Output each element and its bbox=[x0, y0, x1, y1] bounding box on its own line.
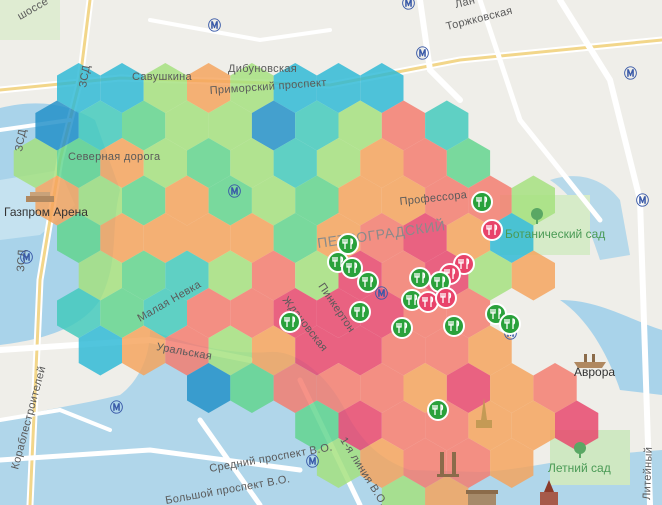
metro-icon[interactable]: Ⓜ bbox=[402, 0, 415, 11]
museum-icon bbox=[466, 490, 498, 505]
fork-knife-icon[interactable] bbox=[443, 315, 465, 337]
label-lanskaya: Лан bbox=[454, 0, 477, 11]
fork-knife-icon[interactable] bbox=[341, 257, 363, 279]
metro-icon[interactable]: Ⓜ bbox=[20, 250, 33, 265]
label-severnaya-doroga: Северная дорога bbox=[68, 151, 161, 163]
label-botanichesky: Ботанический сад bbox=[505, 227, 605, 241]
fork-knife-icon[interactable] bbox=[427, 399, 449, 421]
fork-knife-icon[interactable] bbox=[471, 191, 493, 213]
fork-knife-icon[interactable] bbox=[337, 233, 359, 255]
metro-icon[interactable]: Ⓜ bbox=[228, 184, 241, 199]
label-dibunovskaya: Дибуновская bbox=[228, 63, 297, 75]
map-canvas[interactable]: Дибуновская Савушкина Приморский проспек… bbox=[0, 0, 662, 505]
label-gazprom-arena: Газпром Арена bbox=[4, 205, 88, 219]
metro-icon[interactable]: Ⓜ bbox=[208, 18, 221, 33]
metro-icon[interactable]: Ⓜ bbox=[416, 46, 429, 61]
fork-knife-icon[interactable] bbox=[349, 301, 371, 323]
fork-knife-icon[interactable] bbox=[357, 271, 379, 293]
metro-icon[interactable]: Ⓜ bbox=[306, 454, 319, 469]
metro-icon[interactable]: Ⓜ bbox=[624, 66, 637, 81]
fork-knife-icon[interactable] bbox=[435, 287, 457, 309]
fork-knife-icon[interactable] bbox=[481, 219, 503, 241]
avrora-ship-icon bbox=[574, 354, 606, 368]
label-torzhkovskaya: Торжковская bbox=[445, 5, 514, 33]
fork-knife-icon[interactable] bbox=[279, 311, 301, 333]
label-savushkina: Савушкина bbox=[132, 71, 193, 83]
fork-knife-icon[interactable] bbox=[499, 313, 521, 335]
gazprom-arena-icon bbox=[26, 192, 54, 202]
fork-knife-icon[interactable] bbox=[417, 291, 439, 313]
label-liteyny: Литейный bbox=[641, 447, 655, 500]
metro-icon[interactable]: Ⓜ bbox=[110, 400, 123, 415]
label-letny-sad: Летний сад bbox=[548, 461, 611, 475]
map-view[interactable]: Дибуновская Савушкина Приморский проспек… bbox=[0, 0, 662, 505]
fork-knife-icon[interactable] bbox=[391, 317, 413, 339]
fork-knife-icon[interactable] bbox=[409, 267, 431, 289]
metro-icon[interactable]: Ⓜ bbox=[636, 193, 649, 208]
